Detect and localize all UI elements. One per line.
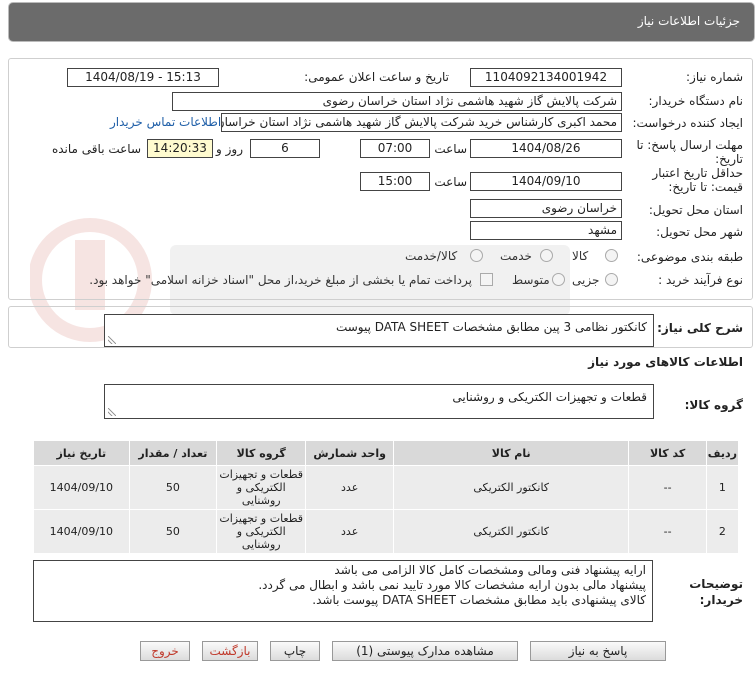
notes-line: کالای پیشنهادی باید مطابق مشخصات DATA SH… bbox=[312, 593, 646, 607]
cell-code: -- bbox=[628, 465, 707, 510]
goods-group-text: قطعات و تجهیزات الکتریکی و روشنایی bbox=[452, 390, 647, 404]
validity-time-field: 15:00 bbox=[360, 172, 430, 191]
category-goods-radio[interactable] bbox=[605, 249, 618, 262]
resize-grip-icon[interactable] bbox=[108, 408, 116, 416]
process-medium-label: متوسط bbox=[512, 273, 550, 287]
days-field: 6 bbox=[250, 139, 320, 158]
city-label: شهر محل تحویل: bbox=[656, 225, 743, 239]
category-service-radio[interactable] bbox=[540, 249, 553, 262]
title-bar: جزئیات اطلاعات نیاز bbox=[8, 2, 755, 42]
cell-qty: 50 bbox=[128, 509, 218, 554]
resize-grip-icon[interactable] bbox=[108, 336, 116, 344]
cell-date: 1404/09/10 bbox=[33, 509, 130, 554]
category-both-label: کالا/خدمت bbox=[405, 249, 458, 263]
cell-row-num: 1 bbox=[705, 465, 740, 510]
print-button[interactable]: چاپ bbox=[270, 641, 320, 661]
category-label: طبقه بندی موضوعی: bbox=[636, 250, 743, 264]
need-number-field: 1104092134001942 bbox=[470, 68, 622, 87]
col-header-date: تاریخ نیاز bbox=[33, 440, 130, 466]
goods-section-title: اطلاعات کالاهای مورد نیاز bbox=[588, 355, 743, 369]
cell-name: کانکتور الکتریکی bbox=[392, 509, 630, 554]
category-goods-label: کالا bbox=[572, 249, 589, 263]
col-header-row-num: ردیف bbox=[705, 440, 740, 466]
need-number-label: شماره نیاز: bbox=[686, 70, 743, 84]
cell-row-num: 2 bbox=[705, 509, 740, 554]
cell-unit: عدد bbox=[305, 465, 394, 510]
deadline-date-field: 1404/08/26 bbox=[470, 139, 622, 158]
treasury-payment-note: پرداخت تمام یا بخشی از مبلغ خرید،از محل … bbox=[89, 273, 472, 287]
validity-time-label: ساعت bbox=[434, 175, 467, 189]
cell-date: 1404/09/10 bbox=[33, 465, 130, 510]
deadline-time-label: ساعت bbox=[434, 142, 467, 156]
process-label: نوع فرآیند خرید : bbox=[658, 273, 743, 287]
remaining-time-field: 14:20:33 bbox=[147, 139, 213, 158]
table-row: 2 -- کانکتور الکتریکی عدد قطعات و تجهیزا… bbox=[33, 509, 740, 554]
goods-group-label: گروه کالا: bbox=[684, 398, 743, 412]
exit-button[interactable]: خروج bbox=[140, 641, 190, 661]
view-attachments-button[interactable]: مشاهده مدارک پیوستی (1) bbox=[332, 641, 518, 661]
items-table: ردیف کد کالا نام کالا واحد شمارش گروه کا… bbox=[33, 440, 740, 554]
col-header-group: گروه کالا bbox=[216, 440, 307, 466]
validity-date-field: 1404/09/10 bbox=[470, 172, 622, 191]
summary-label: شرح کلی نیاز: bbox=[657, 321, 743, 335]
cell-group: قطعات و تجهیزات الکتریکی و روشنایی bbox=[216, 465, 307, 510]
col-header-qty: تعداد / مقدار bbox=[128, 440, 218, 466]
back-button[interactable]: بازگشت bbox=[202, 641, 258, 661]
page-title: جزئیات اطلاعات نیاز bbox=[637, 14, 740, 28]
notes-line: پیشنهاد مالی بدون ارایه مشخصات کالا مورد… bbox=[258, 578, 646, 592]
city-field: مشهد bbox=[470, 221, 622, 240]
creator-label: ایجاد کننده درخواست: bbox=[632, 116, 743, 130]
cell-name: کانکتور الکتریکی bbox=[392, 465, 630, 510]
notes-label: توضیحات خریدار: bbox=[689, 577, 743, 607]
goods-group-textbox: قطعات و تجهیزات الکتریکی و روشنایی bbox=[104, 384, 654, 419]
summary-text: کانکتور نظامی 3 پین مطابق مشخصات DATA SH… bbox=[335, 320, 647, 334]
process-minor-radio[interactable] bbox=[605, 273, 618, 286]
buyer-label: نام دستگاه خریدار: bbox=[648, 94, 744, 108]
cell-qty: 50 bbox=[128, 465, 218, 510]
deadline-label: مهلت ارسال پاسخ: تا تاریخ: bbox=[636, 138, 743, 166]
table-row: 1 -- کانکتور الکتریکی عدد قطعات و تجهیزا… bbox=[33, 465, 740, 510]
validity-label: حداقل تاریخ اعتبار قیمت: تا تاریخ: bbox=[652, 166, 743, 194]
notes-textbox: ارایه پیشنهاد فنی ومالی ومشخصات کامل کال… bbox=[33, 560, 653, 622]
process-minor-label: جزیی bbox=[572, 273, 600, 287]
days-label: روز و bbox=[216, 142, 243, 156]
buyer-field: شرکت پالایش گاز شهید هاشمی نژاد استان خر… bbox=[172, 92, 622, 111]
cell-group: قطعات و تجهیزات الکتریکی و روشنایی bbox=[216, 509, 307, 554]
col-header-name: نام کالا bbox=[392, 440, 630, 466]
cell-code: -- bbox=[628, 509, 707, 554]
province-label: استان محل تحویل: bbox=[648, 203, 743, 217]
table-header-row: ردیف کد کالا نام کالا واحد شمارش گروه کا… bbox=[33, 440, 740, 466]
category-service-label: خدمت bbox=[500, 249, 532, 263]
announce-label: تاریخ و ساعت اعلان عمومی: bbox=[304, 70, 449, 84]
category-both-radio[interactable] bbox=[470, 249, 483, 262]
process-medium-radio[interactable] bbox=[552, 273, 565, 286]
col-header-code: کد کالا bbox=[628, 440, 707, 466]
deadline-time-field: 07:00 bbox=[360, 139, 430, 158]
reply-button[interactable]: پاسخ به نیاز bbox=[530, 641, 666, 661]
creator-field: محمد اکبری کارشناس خرید شرکت پالایش گاز … bbox=[221, 113, 622, 132]
province-field: خراسان رضوی bbox=[470, 199, 622, 218]
cell-unit: عدد bbox=[305, 509, 394, 554]
remaining-label: ساعت باقی مانده bbox=[51, 142, 141, 156]
summary-textbox: کانکتور نظامی 3 پین مطابق مشخصات DATA SH… bbox=[104, 314, 654, 347]
notes-line: ارایه پیشنهاد فنی ومالی ومشخصات کامل کال… bbox=[334, 563, 646, 577]
contact-buyer-link[interactable]: اطلاعات تماس خریدار bbox=[110, 115, 221, 129]
announce-field: 1404/08/19 - 15:13 bbox=[67, 68, 219, 87]
col-header-unit: واحد شمارش bbox=[305, 440, 394, 466]
treasury-payment-checkbox[interactable] bbox=[480, 273, 493, 286]
